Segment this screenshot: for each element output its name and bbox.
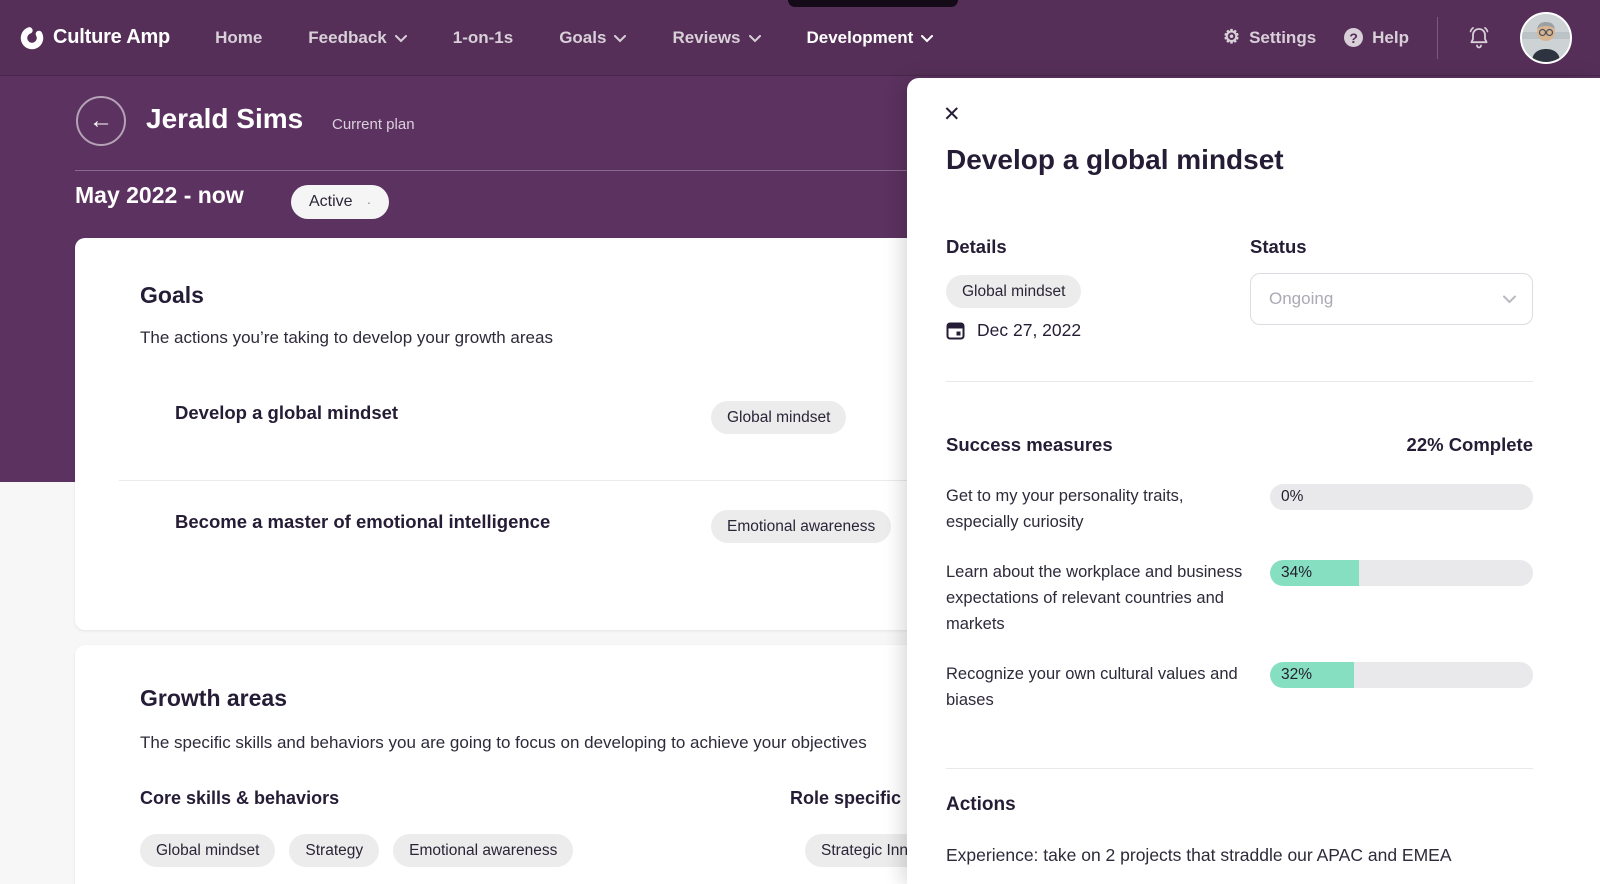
measure-progress-bar: 34% <box>1270 560 1533 586</box>
goal-detail-drawer: ✕ Develop a global mindset Details Statu… <box>907 78 1600 884</box>
goal-tag: Emotional awareness <box>711 510 892 543</box>
chevron-down-icon <box>614 34 627 42</box>
brand-name: Culture Amp <box>53 26 171 48</box>
chevron-down-icon <box>394 34 407 42</box>
overall-complete-value: 22% Complete <box>1406 434 1533 455</box>
measure-progress-bar: 32% <box>1270 662 1533 688</box>
goals-card-title: Goals <box>140 282 204 308</box>
measure-text: Recognize your own cultural values and b… <box>946 665 1238 709</box>
page-title: Jerald Sims <box>146 103 304 134</box>
plan-status-badge[interactable]: Active · <box>291 185 390 219</box>
chevron-down-icon <box>748 34 761 42</box>
growth-card-title: Growth areas <box>140 685 287 711</box>
action-item-text: Experience: take on 2 projects that stra… <box>946 845 1452 865</box>
goal-tag: Global mindset <box>711 401 847 434</box>
measure-progress-bar: 0% <box>1270 484 1533 510</box>
core-skills-heading: Core skills & behaviors <box>140 788 340 808</box>
progress-label: 34% <box>1281 564 1313 581</box>
role-specific-heading: Role specific <box>790 788 902 808</box>
nav-item-reviews[interactable]: Reviews <box>672 28 761 48</box>
section-divider <box>946 381 1533 382</box>
brand-logo[interactable]: Culture Amp <box>20 26 170 50</box>
nav-divider <box>1437 16 1438 59</box>
growth-card-description: The specific skills and behaviors you ar… <box>140 733 867 752</box>
details-label: Details <box>946 236 1007 257</box>
back-button[interactable]: ← <box>76 96 126 146</box>
measure-text: Get to my your personality traits, espec… <box>946 487 1184 531</box>
close-button[interactable]: ✕ <box>943 104 961 125</box>
measure-text: Learn about the workplace and business e… <box>946 563 1243 633</box>
badge-dot-icon: · <box>366 194 372 210</box>
status-label: Status <box>1250 236 1307 257</box>
goal-title-global-mindset[interactable]: Develop a global mindset <box>175 402 398 424</box>
avatar-photo <box>1522 13 1570 62</box>
nav-item-goals[interactable]: Goals <box>559 28 627 48</box>
chevron-down-icon <box>1503 295 1516 303</box>
progress-label: 32% <box>1281 666 1313 683</box>
notifications-bell-icon[interactable] <box>1466 25 1492 51</box>
app-root: Culture Amp Home Feedback 1-on-1s Goals … <box>0 0 1600 884</box>
progress-label: 0% <box>1281 488 1304 505</box>
goals-card-description: The actions you’re taking to develop you… <box>140 328 553 347</box>
calendar-icon <box>946 322 965 340</box>
skill-tag: Emotional awareness <box>393 834 574 867</box>
top-notch <box>788 0 958 7</box>
nav-item-development[interactable]: Development <box>807 28 934 48</box>
page-subtitle: Current plan <box>332 116 415 133</box>
help-button[interactable]: ? Help <box>1344 28 1409 48</box>
nav-right: ⚙ Settings ? Help <box>1223 11 1572 64</box>
success-measures-heading: Success measures <box>946 434 1113 455</box>
due-date-row: Dec 27, 2022 <box>946 320 1081 341</box>
nav-item-1on1s[interactable]: 1-on-1s <box>453 28 513 48</box>
status-select[interactable]: Ongoing <box>1250 273 1533 325</box>
section-divider <box>946 768 1533 769</box>
back-arrow-icon: ← <box>89 107 113 134</box>
close-icon: ✕ <box>943 103 961 126</box>
drawer-title: Develop a global mindset <box>946 144 1284 175</box>
culture-amp-logo-icon <box>20 26 44 49</box>
chevron-down-icon <box>921 34 934 42</box>
gear-icon: ⚙ <box>1223 27 1241 48</box>
goal-category-tag: Global mindset <box>946 275 1082 308</box>
skill-tag: Global mindset <box>140 834 276 867</box>
user-avatar[interactable] <box>1520 11 1572 64</box>
core-skills-tags: Global mindset Strategy Emotional awaren… <box>140 834 574 867</box>
top-nav: Culture Amp Home Feedback 1-on-1s Goals … <box>0 0 1600 76</box>
actions-heading: Actions <box>946 794 1016 815</box>
help-icon: ? <box>1344 28 1364 47</box>
due-date: Dec 27, 2022 <box>977 320 1082 340</box>
skill-tag: Strategy <box>289 834 380 867</box>
nav-item-feedback[interactable]: Feedback <box>308 28 407 48</box>
plan-period: May 2022 - now <box>75 182 244 208</box>
settings-button[interactable]: ⚙ Settings <box>1223 28 1316 48</box>
nav-items: Home Feedback 1-on-1s Goals Reviews Deve… <box>215 28 934 48</box>
nav-item-home[interactable]: Home <box>215 28 262 48</box>
status-value: Ongoing <box>1269 289 1334 308</box>
goal-title-emotional-intelligence[interactable]: Become a master of emotional intelligenc… <box>175 511 550 533</box>
